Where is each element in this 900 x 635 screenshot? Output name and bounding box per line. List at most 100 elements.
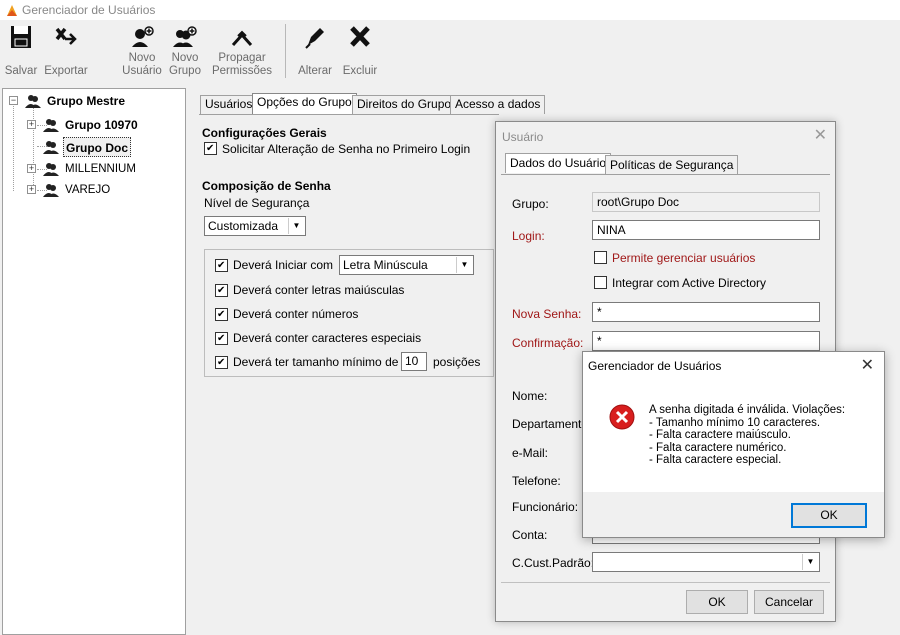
manage-users-label: Permite gerenciar usuários [612,251,756,265]
toolbar-separator [285,24,286,78]
expand-icon[interactable]: + [27,164,36,173]
error-icon [609,404,635,430]
chevron-down-icon[interactable]: ▼ [802,554,818,570]
tab-acesso-a-dados[interactable]: Acesso a dados [450,95,546,114]
tree-item-varejo[interactable]: + VAREJO [25,180,175,200]
min-length-suffix: posições [433,355,481,369]
new-password-label: Nova Senha: [512,307,582,321]
numbers-label: Deverá conter números [233,307,359,321]
group-icon [25,95,41,108]
min-length-label: Deverá ter tamanho mínimo de [233,355,399,369]
tree-item-millennium[interactable]: + MILLENNIUM [25,159,175,179]
chevron-down-icon[interactable]: ▼ [288,218,304,234]
require-change-checkbox[interactable] [204,142,217,155]
error-message-box: Gerenciador de Usuários ✕ A senha digita… [582,351,885,538]
min-length-checkbox[interactable] [215,356,228,369]
delete-label: Excluir [342,65,378,77]
new-group-button[interactable]: Novo Grupo [163,20,207,80]
tree-item-label: Grupo Doc [63,137,131,157]
expand-icon[interactable]: + [27,120,36,129]
propagate-icon [231,30,253,47]
require-change-label: Solicitar Alteração de Senha no Primeiro… [222,142,471,156]
tree-item-label: Grupo 10970 [65,118,138,132]
tab-opcoes-do-grupo[interactable]: Opções do Grupo [252,93,357,115]
window-title: Gerenciador de Usuários [22,3,156,17]
phone-label: Telefone: [512,474,561,488]
cost-center-label: C.Cust.Padrão: [512,556,595,570]
tab-direitos-do-grupo[interactable]: Direitos do Grupo [352,95,457,114]
name-label: Nome: [512,389,548,403]
tree-item-grupo-doc[interactable]: Grupo Doc [25,137,175,157]
expand-icon[interactable]: + [27,185,36,194]
toolbar: Salvar Exportar Novo Usuário Novo Grupo … [0,20,900,82]
save-label: Salvar [4,65,38,77]
group-icon [43,184,59,197]
start-with-value: Letra Minúscula [343,258,428,272]
security-level-select[interactable]: Customizada ▼ [204,216,306,236]
group-tree[interactable]: − Grupo Mestre + Grupo 10970 Grupo Doc +… [2,88,186,635]
confirm-password-field[interactable]: * [592,331,820,351]
tab-dados-do-usuario[interactable]: Dados do Usuário [505,153,612,173]
tree-item-grupo-10970[interactable]: + Grupo 10970 [25,115,175,135]
group-icon [43,119,59,132]
chevron-down-icon[interactable]: ▼ [456,257,472,273]
start-with-label: Deverá Iniciar com [233,258,334,272]
ok-button[interactable]: OK [686,590,748,614]
group-icon [43,163,59,176]
close-icon[interactable]: ✕ [814,125,827,145]
propagate-permissions-button[interactable]: Propagar Permissões [210,20,274,80]
cost-center-select[interactable]: ▼ [592,552,820,572]
new-group-label: Novo Grupo [169,52,201,77]
export-label: Exportar [44,65,88,77]
edit-label: Alterar [298,65,332,77]
employee-label: Funcionário: [512,500,579,514]
security-level-value: Customizada [208,219,279,233]
start-with-checkbox[interactable] [215,259,228,272]
tree-item-label: Grupo Mestre [47,94,126,108]
active-directory-label: Integrar com Active Directory [612,276,767,290]
new-group-icon [173,26,197,47]
password-composition-heading: Composição de Senha [202,179,331,193]
close-icon[interactable]: ✕ [861,355,874,375]
uppercase-checkbox[interactable] [215,284,228,297]
group-icon [43,141,59,154]
edit-icon [305,28,324,49]
group-label: Grupo: [512,197,549,211]
tree-item-root[interactable]: − Grupo Mestre [7,91,177,111]
tab-politicas-de-seguranca[interactable]: Políticas de Segurança [605,155,739,175]
tab-usuarios[interactable]: Usuários [200,95,258,114]
manage-users-checkbox[interactable] [594,251,607,264]
tree-item-label: VAREJO [65,184,111,196]
start-with-select[interactable]: Letra Minúscula ▼ [339,255,474,275]
new-user-icon [132,26,154,47]
export-button[interactable]: Exportar [40,20,92,80]
email-label: e-Mail: [512,446,549,460]
security-level-label: Nível de Segurança [204,196,310,210]
group-field: root\Grupo Doc [592,192,820,212]
login-field[interactable]: NINA [592,220,820,240]
uppercase-label: Deverá conter letras maiúsculas [233,283,405,297]
title-bar: Gerenciador de Usuários [0,0,900,20]
export-icon [55,27,77,45]
cancel-button[interactable]: Cancelar [754,590,824,614]
min-length-input[interactable]: 10 [401,352,427,371]
collapse-icon[interactable]: − [9,96,18,105]
numbers-checkbox[interactable] [215,308,228,321]
new-user-button[interactable]: Novo Usuário [120,20,164,80]
save-icon [11,26,31,48]
login-label: Login: [512,229,545,243]
confirm-password-label: Confirmação: [512,336,584,350]
save-button[interactable]: Salvar [2,20,40,80]
active-directory-checkbox[interactable] [594,276,607,289]
edit-button[interactable]: Alterar [293,20,337,80]
error-message-text: A senha digitada é inválida. Violações: … [649,404,846,466]
delete-icon [350,26,370,47]
user-dialog-title: Usuário [502,130,544,144]
delete-button[interactable]: Excluir [338,20,382,80]
propagate-label: Propagar Permissões [211,52,273,77]
department-label: Departamento [512,417,589,431]
special-chars-checkbox[interactable] [215,332,228,345]
general-settings-heading: Configurações Gerais [202,126,327,140]
message-ok-button[interactable]: OK [791,503,867,528]
new-password-field[interactable]: * [592,302,820,322]
